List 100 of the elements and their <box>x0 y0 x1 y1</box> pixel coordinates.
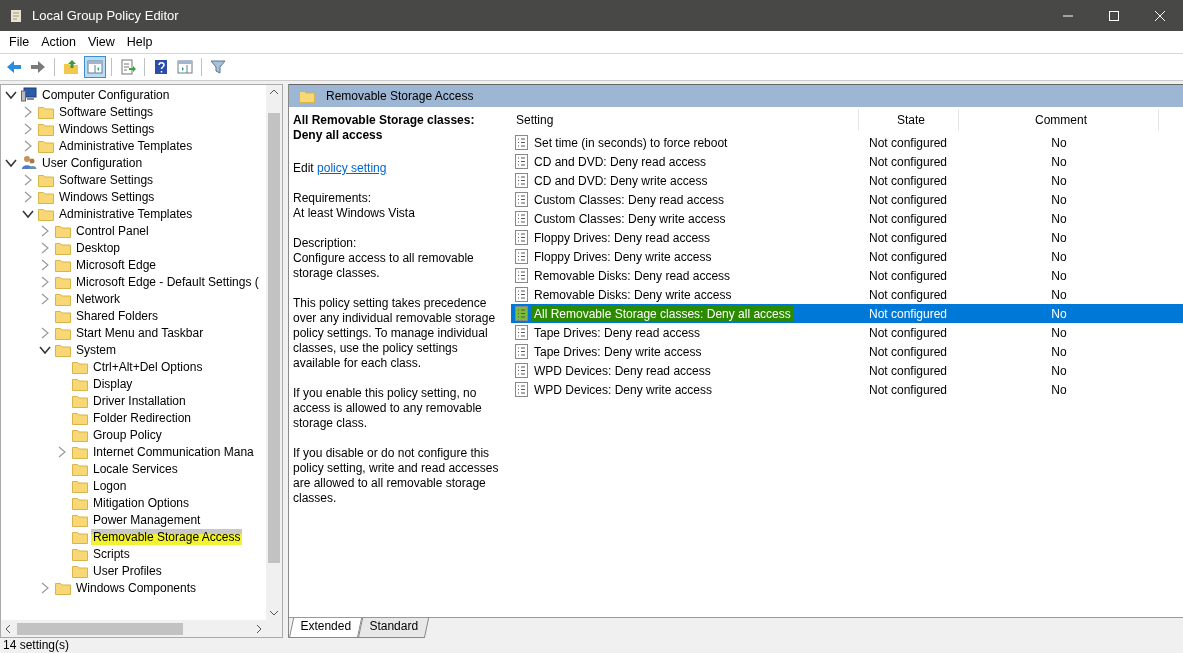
setting-row[interactable]: Floppy Drives: Deny read access Not configured No <box>511 228 1183 247</box>
tree-item[interactable]: Administrative Templates <box>57 137 195 154</box>
tree-item[interactable]: System <box>74 341 118 358</box>
state-cell-text: Not configured <box>868 306 949 321</box>
description-text: If you enable this policy setting, no access is allowed to any removable storage class. <box>293 386 483 431</box>
policy-icon <box>515 173 528 188</box>
setting-row[interactable]: All Removable Storage classes: Deny all access Not configured No <box>511 304 1183 323</box>
tree-item[interactable]: Logon <box>91 477 129 494</box>
folder-icon <box>55 308 71 323</box>
policy-icon <box>515 382 528 397</box>
collapsed-chevron-icon[interactable] <box>22 190 34 203</box>
column-header[interactable]: Setting <box>511 109 859 131</box>
collapsed-chevron-icon[interactable] <box>22 122 34 135</box>
tree-item[interactable]: Windows Settings <box>57 120 157 137</box>
comment-cell-text: No <box>1050 287 1068 302</box>
collapsed-chevron-icon[interactable] <box>22 173 34 186</box>
tree-item[interactable]: Network <box>74 290 122 307</box>
tree-item[interactable]: Internet Communication Mana <box>91 443 256 460</box>
column-header[interactable]: Comment <box>959 109 1159 131</box>
setting-row[interactable]: CD and DVD: Deny write access Not configured No <box>511 171 1183 190</box>
tree-item[interactable]: User Profiles <box>91 562 164 579</box>
setting-row[interactable]: CD and DVD: Deny read access Not configured No <box>511 152 1183 171</box>
back-arrow-icon <box>7 61 21 73</box>
collapsed-chevron-icon[interactable] <box>39 581 51 594</box>
collapsed-chevron-icon[interactable] <box>22 105 34 118</box>
setting-name: WPD Devices: Deny write access <box>533 381 714 398</box>
status-text: 14 setting(s) <box>2 637 71 653</box>
setting-row[interactable]: WPD Devices: Deny read access Not configured No <box>511 361 1183 380</box>
tree-item[interactable]: Desktop <box>74 239 123 256</box>
folder-icon <box>55 240 71 255</box>
toolbar-button[interactable] <box>84 56 106 78</box>
setting-row[interactable]: Tape Drives: Deny read access Not configured No <box>511 323 1183 342</box>
tree-item[interactable]: Software Settings <box>57 103 156 120</box>
menu-item[interactable]: View <box>81 33 121 51</box>
setting-row[interactable]: Floppy Drives: Deny write access Not configured No <box>511 247 1183 266</box>
tree-item[interactable]: Mitigation Options <box>91 494 192 511</box>
setting-row[interactable]: Removable Disks: Deny write access Not configured No <box>511 285 1183 304</box>
folder-icon <box>72 478 88 493</box>
description-text: Requirements: At least Windows Vista <box>293 191 416 221</box>
policy-icon <box>515 344 528 359</box>
collapsed-chevron-icon[interactable] <box>39 292 51 305</box>
menu-item[interactable]: Action <box>35 33 82 51</box>
state-cell-text: Not configured <box>868 268 949 283</box>
policy-icon <box>515 325 528 340</box>
policy-icon <box>515 363 528 378</box>
tree-item[interactable]: Removable Storage Access <box>91 528 243 545</box>
setting-row[interactable]: Custom Classes: Deny write access Not configured No <box>511 209 1183 228</box>
folder-icon <box>72 376 88 391</box>
tree-item[interactable]: Ctrl+Alt+Del Options <box>91 358 205 375</box>
maximize-icon <box>1108 9 1120 22</box>
tree-item[interactable]: Display <box>91 375 135 392</box>
tree-item[interactable]: Folder Redirection <box>91 409 194 426</box>
tree-item[interactable]: User Configuration <box>40 154 145 171</box>
collapsed-chevron-icon[interactable] <box>56 445 68 458</box>
setting-row[interactable]: WPD Devices: Deny write access Not configured No <box>511 380 1183 399</box>
collapsed-chevron-icon[interactable] <box>39 258 51 271</box>
menu-item[interactable]: File <box>3 33 36 51</box>
tree-item[interactable]: Locale Services <box>91 460 180 477</box>
horizontal-scrollbar[interactable] <box>1 620 282 637</box>
folder-icon <box>72 461 88 476</box>
collapsed-chevron-icon[interactable] <box>39 241 51 254</box>
menu-item[interactable]: Help <box>120 33 159 51</box>
setting-row[interactable]: Removable Disks: Deny read access Not configured No <box>511 266 1183 285</box>
description-text: This policy setting takes precedence over any individual removable storage policy settings. To manage individual classes, use the policy settings available for each class. <box>293 296 497 371</box>
state-cell-text: Not configured <box>868 382 949 397</box>
tree-item[interactable]: Shared Folders <box>74 307 161 324</box>
collapsed-chevron-icon[interactable] <box>39 326 51 339</box>
tree-item[interactable]: Control Panel <box>74 222 151 239</box>
folder-icon <box>72 359 88 374</box>
folder-icon <box>72 410 88 425</box>
setting-row[interactable]: Set time (in seconds) to force reboot Not configured No <box>511 133 1183 152</box>
column-header[interactable]: State <box>859 109 959 131</box>
tree-item[interactable]: Software Settings <box>57 171 156 188</box>
tree-item[interactable]: Computer Configuration <box>40 86 172 103</box>
tree-item[interactable]: Scripts <box>91 545 132 562</box>
view-tab[interactable]: Extended <box>288 618 362 638</box>
collapsed-chevron-icon[interactable] <box>39 224 51 237</box>
setting-row[interactable]: Tape Drives: Deny write access Not configured No <box>511 342 1183 361</box>
tree-item[interactable]: Group Policy <box>91 426 164 443</box>
comment-cell-text: No <box>1050 135 1068 150</box>
policy-setting-link[interactable]: policy setting <box>317 161 387 175</box>
tree-item[interactable]: Administrative Templates <box>57 205 195 222</box>
tree-item[interactable]: Power Management <box>91 511 203 528</box>
tree-item[interactable]: Driver Installation <box>91 392 188 409</box>
collapsed-chevron-icon[interactable] <box>39 275 51 288</box>
tree-item[interactable]: Windows Components <box>74 579 199 596</box>
comment-cell-text: No <box>1050 249 1068 264</box>
filter-icon <box>210 60 226 74</box>
state-cell-text: Not configured <box>868 211 949 226</box>
setting-name: CD and DVD: Deny read access <box>533 153 708 170</box>
vertical-scrollbar[interactable] <box>266 85 282 620</box>
setting-row[interactable]: Custom Classes: Deny read access Not configured No <box>511 190 1183 209</box>
tree-item[interactable]: Microsoft Edge - Default Settings ( <box>74 273 261 290</box>
state-cell-text: Not configured <box>868 135 949 150</box>
tree-item[interactable]: Microsoft Edge <box>74 256 159 273</box>
tree-item[interactable]: Windows Settings <box>57 188 157 205</box>
policy-icon <box>515 135 528 150</box>
collapsed-chevron-icon[interactable] <box>22 139 34 152</box>
tree-item[interactable]: Start Menu and Taskbar <box>74 324 206 341</box>
view-tab[interactable]: Standard <box>357 618 429 638</box>
